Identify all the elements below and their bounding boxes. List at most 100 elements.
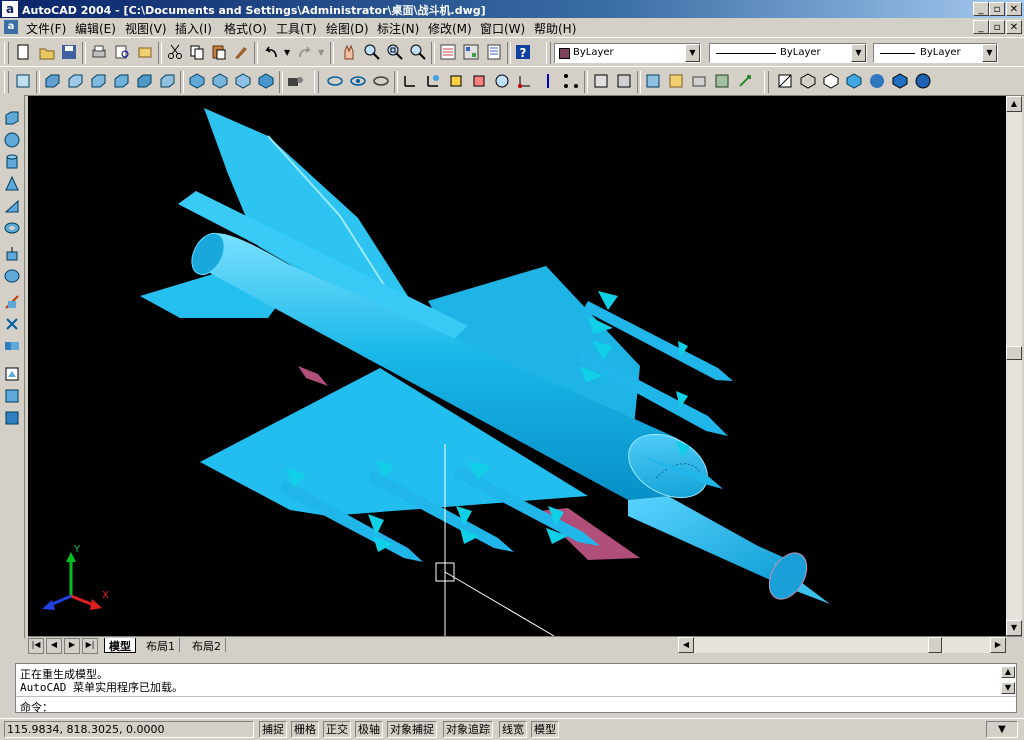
doc-minimize-button[interactable]: _ [973,20,989,34]
scroll-down-icon[interactable]: ▼ [1006,620,1022,636]
polar-toggle[interactable]: 极轴 [355,721,383,738]
ucs-zaxis-icon[interactable] [539,72,557,90]
bottom-view-icon[interactable] [66,72,84,90]
pan-realtime-icon[interactable] [340,43,358,61]
ucs-view-icon[interactable] [493,72,511,90]
menu-help[interactable]: 帮助(H) [534,20,576,37]
command-input[interactable]: 命令： [16,696,1016,714]
3d-wireframe-icon[interactable] [799,72,817,90]
print-preview-icon[interactable] [113,43,131,61]
named-views-icon[interactable] [14,72,32,90]
gouraud-edges-icon[interactable] [914,72,932,90]
slice-icon[interactable] [3,293,21,311]
setup-view-icon[interactable] [3,387,21,405]
next-tab-icon[interactable]: ▶ [64,638,80,654]
undo-dropdown-icon[interactable]: ▼ [284,48,290,57]
materials-icon[interactable] [713,72,731,90]
menu-insert[interactable]: 插入(I) [175,20,212,37]
menu-modify[interactable]: 修改(M) [428,20,472,37]
toolbar-grip[interactable] [4,42,9,64]
zoom-previous-icon[interactable] [409,43,427,61]
save-icon[interactable] [60,43,78,61]
ortho-toggle[interactable]: 正交 [323,721,351,738]
2d-wireframe-icon[interactable] [776,72,794,90]
ucs-face-icon[interactable] [470,72,488,90]
ucs-y-icon[interactable] [615,72,633,90]
menu-draw[interactable]: 绘图(D) [326,20,369,37]
ucs-world-icon[interactable] [424,72,442,90]
scroll-thumb[interactable] [1006,346,1022,360]
menu-format[interactable]: 格式(O) [224,20,267,37]
scroll-right-icon[interactable]: ▶ [990,637,1006,653]
right-view-icon[interactable] [112,72,130,90]
osnap-toggle[interactable]: 对象捕捉 [387,721,437,738]
tab-model[interactable]: 模型 [104,638,136,653]
scroll-up-icon[interactable]: ▲ [1006,96,1022,112]
3d-swivel-icon[interactable] [372,72,390,90]
3d-continuous-orbit-icon[interactable] [349,72,367,90]
se-iso-view-icon[interactable] [211,72,229,90]
publish-icon[interactable] [136,43,154,61]
first-tab-icon[interactable]: |◀ [28,638,44,654]
layer-color-dropdown[interactable]: ByLayer ▼ [554,43,701,63]
chevron-down-icon[interactable]: ▼ [851,44,866,62]
snap-toggle[interactable]: 捕捉 [259,721,287,738]
tool-palettes-icon[interactable] [485,43,503,61]
ucs-x-icon[interactable] [592,72,610,90]
undo-icon[interactable] [262,43,280,61]
toolbar-grip[interactable] [764,71,769,93]
ucs-icon[interactable] [401,72,419,90]
doc-close-button[interactable]: ✕ [1006,20,1022,34]
doc-restore-button[interactable]: ▫ [989,20,1005,34]
chevron-down-icon[interactable]: ▼ [685,44,700,62]
flat-shaded-icon[interactable] [845,72,863,90]
menu-view[interactable]: 视图(V) [125,20,167,37]
new-file-icon[interactable] [14,43,32,61]
linetype-dropdown[interactable]: ByLayer ▼ [709,43,867,63]
left-view-icon[interactable] [89,72,107,90]
command-window[interactable]: 正在重生成模型。 AutoCAD 菜单实用程序已加载。 命令： ▲ ▼ [15,663,1017,714]
cone-icon[interactable] [3,175,21,193]
cmd-scroll-up-icon[interactable]: ▲ [1001,666,1015,678]
flat-edges-icon[interactable] [891,72,909,90]
ne-iso-view-icon[interactable] [234,72,252,90]
cylinder-icon[interactable] [3,153,21,171]
match-properties-icon[interactable] [232,43,250,61]
revolve-icon[interactable] [3,267,21,285]
box-icon[interactable] [3,109,21,127]
close-button[interactable]: ✕ [1006,2,1022,16]
design-center-icon[interactable] [462,43,480,61]
properties-icon[interactable] [439,43,457,61]
hscroll-thumb[interactable] [928,637,942,653]
document-icon[interactable]: a [4,20,18,34]
front-view-icon[interactable] [135,72,153,90]
section-icon[interactable] [3,315,21,333]
drawing-area[interactable]: Y X [28,96,1006,637]
zoom-window-icon[interactable] [386,43,404,61]
otrack-toggle[interactable]: 对象追踪 [443,721,493,738]
scenes-icon[interactable] [690,72,708,90]
horizontal-scrollbar[interactable]: ◀ ▶ [678,637,1006,653]
menu-window[interactable]: 窗口(W) [480,20,525,37]
model-toggle[interactable]: 模型 [531,721,559,738]
interfere-icon[interactable] [3,337,21,355]
coordinates-display[interactable]: 115.9834, 818.3025, 0.0000 [4,721,254,738]
menu-file[interactable]: 文件(F) [26,20,66,37]
top-view-icon[interactable] [43,72,61,90]
lineweight-dropdown[interactable]: ByLayer ▼ [873,43,998,63]
ucs-object-icon[interactable] [447,72,465,90]
minimize-button[interactable]: _ [973,2,989,16]
tab-layout2[interactable]: 布局2 [188,638,226,653]
back-view-icon[interactable] [158,72,176,90]
prev-tab-icon[interactable]: ◀ [46,638,62,654]
gouraud-shaded-icon[interactable] [868,72,886,90]
toolbar-grip[interactable] [4,71,9,93]
sphere-icon[interactable] [3,131,21,149]
menu-tools[interactable]: 工具(T) [276,20,317,37]
menu-edit[interactable]: 编辑(E) [75,20,116,37]
toolbar-grip[interactable] [314,71,319,93]
paste-icon[interactable] [210,43,228,61]
chevron-down-icon[interactable]: ▼ [982,44,997,62]
redo-icon[interactable] [296,43,314,61]
grid-toggle[interactable]: 栅格 [291,721,319,738]
